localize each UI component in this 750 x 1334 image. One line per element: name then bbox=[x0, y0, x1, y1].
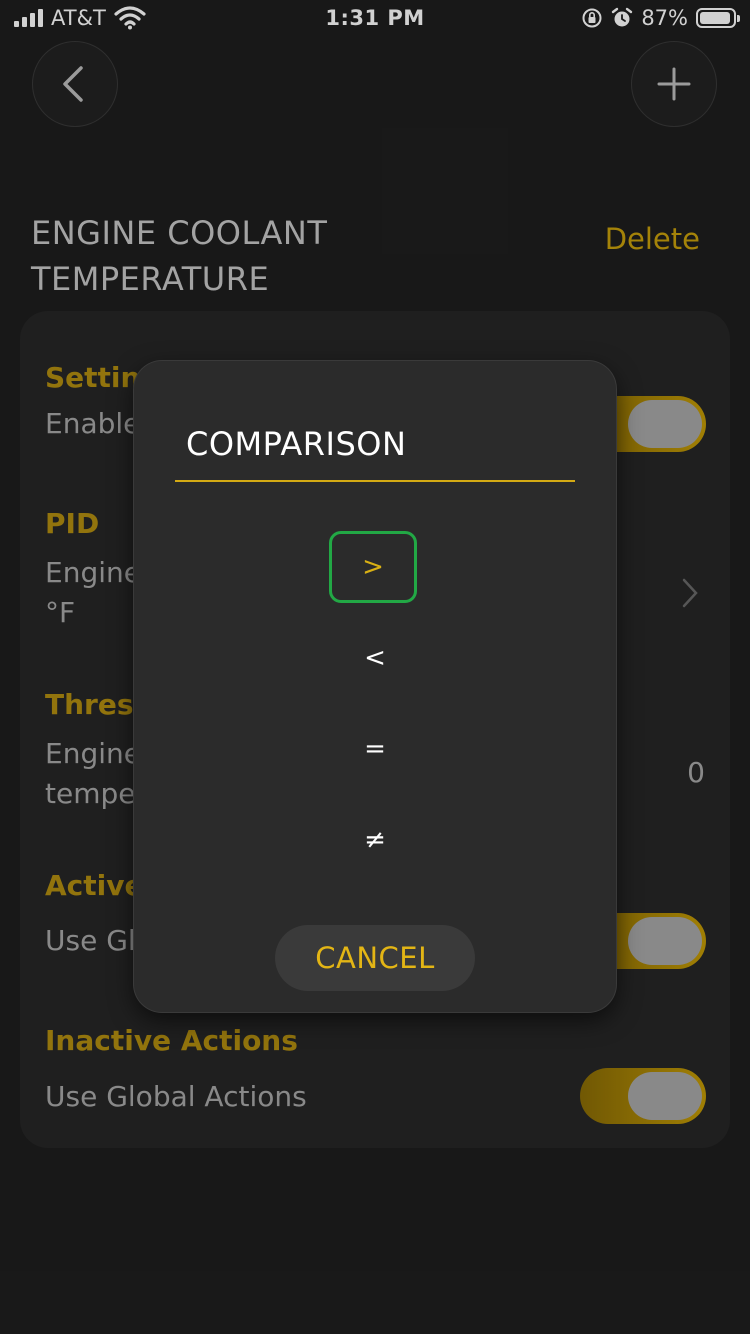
dialog-title-underline bbox=[175, 480, 575, 482]
option-equal[interactable]: = bbox=[134, 734, 616, 764]
option-not-equal[interactable]: ≠ bbox=[134, 825, 616, 855]
option-greater-than[interactable]: > bbox=[329, 531, 417, 603]
dialog-title: COMPARISON bbox=[186, 425, 407, 463]
option-less-than[interactable]: < bbox=[134, 643, 616, 673]
cancel-button[interactable]: CANCEL bbox=[275, 925, 475, 991]
comparison-dialog: COMPARISON > < = ≠ CANCEL bbox=[134, 361, 616, 1012]
